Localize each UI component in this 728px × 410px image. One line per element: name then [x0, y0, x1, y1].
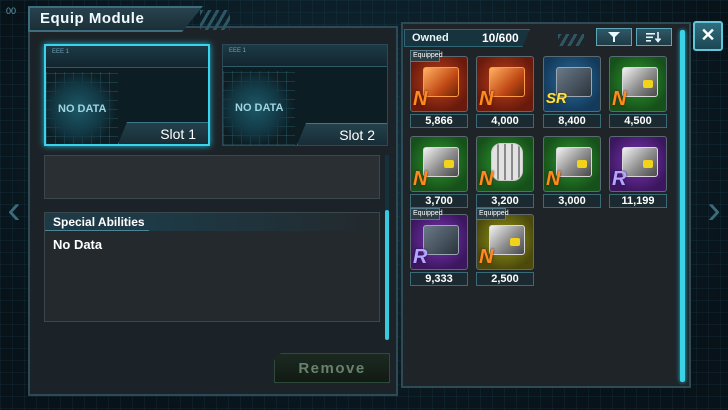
rank-badge: N — [546, 168, 561, 190]
module-item[interactable]: N Equipped 2,500 — [476, 208, 534, 286]
sort-icon — [646, 32, 662, 43]
module-item[interactable]: N Equipped 5,866 — [410, 50, 468, 128]
slot-label: Slot 1 — [118, 122, 208, 144]
rank-badge: N — [413, 88, 428, 110]
slot-tiny-label: EEE 1 — [229, 48, 247, 54]
inventory-scrollbar[interactable] — [680, 30, 685, 382]
module-light-icon — [643, 80, 653, 88]
module-item[interactable]: N 3,200 — [476, 136, 534, 208]
module-part-icon — [423, 67, 459, 97]
equipped-tag: Equipped — [410, 208, 443, 220]
rank-badge: SR — [546, 90, 567, 107]
module-value: 3,200 — [476, 194, 534, 208]
module-light-icon — [444, 160, 454, 168]
module-part-icon — [423, 225, 459, 255]
slot-status: NO DATA — [58, 103, 107, 115]
slot-status: NO DATA — [235, 102, 284, 114]
slot-2[interactable]: EEE 1 NO DATA Slot 2 — [222, 44, 388, 146]
rank-badge: N — [612, 88, 627, 110]
module-item[interactable]: N 4,500 — [609, 56, 667, 128]
remove-button[interactable]: Remove — [274, 353, 390, 383]
rank-badge: R — [612, 168, 627, 190]
module-value: 4,000 — [476, 114, 534, 128]
system-icon: 00 — [6, 6, 17, 16]
module-item[interactable]: N 4,000 — [476, 56, 534, 128]
owned-count: 10/600 — [482, 31, 519, 45]
rank-badge: N — [413, 168, 428, 190]
module-light-icon — [510, 238, 520, 246]
window-title: Equip Module — [40, 10, 145, 27]
prev-arrow-icon[interactable]: ‹ — [2, 180, 26, 240]
slot-label: Slot 2 — [297, 123, 387, 145]
slot-header: EEE 1 — [46, 46, 208, 68]
module-value: 8,400 — [543, 114, 601, 128]
module-card: SR — [543, 56, 601, 112]
module-value: 3,700 — [410, 194, 468, 208]
module-value: 3,000 — [543, 194, 601, 208]
module-value: 5,866 — [410, 114, 468, 128]
details-scrollbar[interactable] — [385, 210, 389, 340]
special-abilities-text: No Data — [53, 237, 103, 252]
module-card: N — [410, 136, 468, 192]
module-value: 2,500 — [476, 272, 534, 286]
module-value: 11,199 — [609, 194, 667, 208]
module-card: R — [609, 136, 667, 192]
close-button[interactable]: ✕ — [693, 21, 723, 51]
filter-icon — [608, 32, 620, 42]
module-card: N — [410, 56, 468, 112]
slot-header: EEE 1 — [223, 45, 387, 67]
module-part-icon — [489, 225, 525, 255]
module-card: R — [410, 214, 468, 270]
slot-1[interactable]: EEE 1 NO DATA Slot 1 — [44, 44, 210, 146]
next-arrow-icon[interactable]: › — [702, 180, 726, 240]
module-item[interactable]: R 11,199 — [609, 136, 667, 208]
module-part-icon — [622, 67, 658, 97]
module-card: N — [543, 136, 601, 192]
sort-button[interactable] — [636, 28, 672, 46]
rank-badge: N — [479, 88, 494, 110]
module-card: N — [476, 214, 534, 270]
filter-button[interactable] — [596, 28, 632, 46]
slot-tiny-label: EEE 1 — [52, 49, 70, 55]
heading-divider — [149, 213, 379, 231]
special-abilities-panel: Special Abilities No Data — [44, 212, 380, 322]
module-card: N — [609, 56, 667, 112]
module-part-icon — [489, 67, 525, 97]
module-info-box — [44, 155, 380, 199]
module-part-icon — [622, 147, 658, 177]
module-light-icon — [577, 160, 587, 168]
module-card: N — [476, 136, 534, 192]
module-item[interactable]: N 3,700 — [410, 136, 468, 208]
rank-badge: N — [479, 246, 494, 268]
equipped-tag: Equipped — [476, 208, 509, 220]
module-part-icon — [491, 143, 523, 181]
module-card: N — [476, 56, 534, 112]
equipped-tag: Equipped — [410, 50, 443, 62]
module-item[interactable]: SR 8,400 — [543, 56, 601, 128]
title-decoration — [200, 10, 230, 30]
rank-badge: N — [479, 168, 494, 190]
module-value: 4,500 — [609, 114, 667, 128]
owned-decoration — [558, 34, 584, 46]
owned-label: Owned — [412, 32, 449, 44]
module-light-icon — [643, 160, 653, 168]
rank-badge: R — [413, 246, 428, 268]
module-value: 9,333 — [410, 272, 468, 286]
module-item[interactable]: N 3,000 — [543, 136, 601, 208]
module-item[interactable]: R Equipped 9,333 — [410, 208, 468, 286]
module-part-icon — [423, 147, 459, 177]
special-abilities-heading: Special Abilities — [45, 213, 149, 231]
module-part-icon — [556, 147, 592, 177]
